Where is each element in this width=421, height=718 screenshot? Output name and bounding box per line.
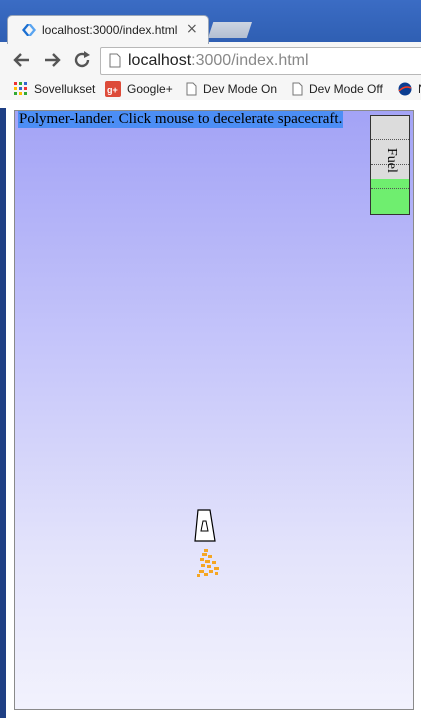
new-tab-button[interactable] xyxy=(208,22,252,38)
fuel-gauge: Fuel xyxy=(370,115,410,215)
arrow-left-icon[interactable] xyxy=(11,49,33,71)
bookmark-label: Dev Mode Off xyxy=(309,82,383,96)
tab-title: localhost:3000/index.html xyxy=(42,23,178,37)
arrow-right-icon[interactable] xyxy=(41,49,63,71)
lander-spacecraft xyxy=(194,509,216,542)
page-icon xyxy=(109,53,121,68)
polymer-favicon-icon xyxy=(22,24,36,36)
toolbar: localhost:3000/index.html xyxy=(0,44,421,78)
fuel-tick xyxy=(371,139,409,140)
game-canvas[interactable]: Polymer-lander. Click mouse to decelerat… xyxy=(14,110,414,710)
fuel-level xyxy=(371,178,409,214)
svg-text:g+: g+ xyxy=(107,85,118,95)
fuel-tick xyxy=(371,188,409,189)
fuel-label: Fuel xyxy=(384,148,399,173)
address-bar[interactable]: localhost:3000/index.html xyxy=(100,47,421,75)
url-text: localhost:3000/index.html xyxy=(128,52,309,70)
bookmark-sovellukset[interactable]: Sovellukset xyxy=(14,80,95,98)
bookmark-google-plus[interactable]: g+ Google+ xyxy=(105,80,173,98)
bookmark-label: Dev Mode On xyxy=(203,82,278,96)
bookmarks-bar: Sovellukset g+ Google+ Dev Mode On Dev M… xyxy=(0,78,421,101)
close-icon[interactable]: × xyxy=(186,21,198,37)
url-path: :3000/index.html xyxy=(191,52,309,69)
bookmark-dev-mode-off[interactable]: Dev Mode Off xyxy=(292,80,383,98)
page-icon xyxy=(186,82,197,96)
reload-icon[interactable] xyxy=(71,49,93,71)
browser-chrome: localhost:3000/index.html × localhost:30… xyxy=(0,0,421,108)
tab-localhost[interactable]: localhost:3000/index.html × xyxy=(7,15,209,45)
tab-strip: localhost:3000/index.html × xyxy=(0,0,421,45)
url-host: localhost xyxy=(128,52,192,69)
bookmark-dev-mode-on[interactable]: Dev Mode On xyxy=(186,80,277,98)
thruster-flame xyxy=(197,549,219,577)
bookmark-label: Google+ xyxy=(127,82,173,96)
window-edge xyxy=(0,108,6,718)
bookmark-nasa[interactable]: N xyxy=(398,80,421,98)
instructions-text: Polymer-lander. Click mouse to decelerat… xyxy=(18,111,344,128)
bookmark-label: Sovellukset xyxy=(34,82,96,96)
google-plus-icon: g+ xyxy=(105,81,121,97)
nasa-icon xyxy=(398,82,412,96)
apps-grid-icon xyxy=(14,82,27,95)
page-icon xyxy=(292,82,303,96)
